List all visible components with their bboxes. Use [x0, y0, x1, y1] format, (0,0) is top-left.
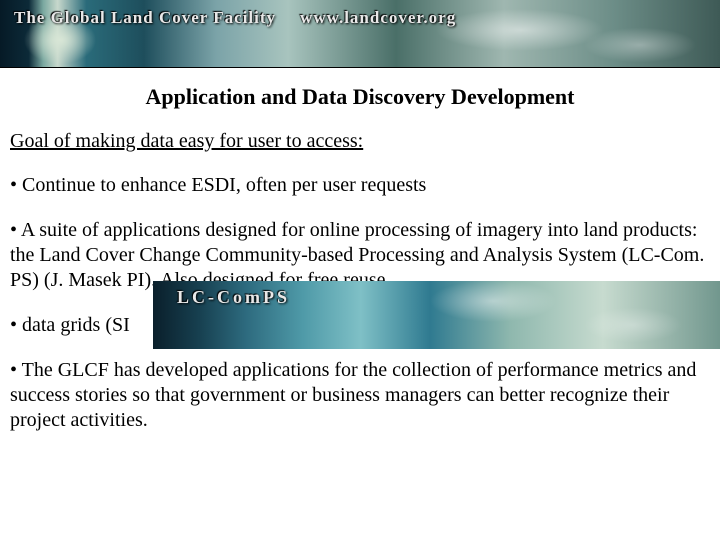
header-banner: The Global Land Cover Facility www.landco… — [0, 0, 720, 68]
header-org: The Global Land Cover Facility — [14, 8, 276, 27]
slide-title: Application and Data Discovery Developme… — [10, 84, 710, 110]
header-text: The Global Land Cover Facility www.landco… — [14, 8, 456, 28]
bullet-1: • Continue to enhance ESDI, often per us… — [10, 173, 710, 198]
slide-content: Application and Data Discovery Developme… — [0, 68, 720, 433]
lc-comps-label: LC-ComPS — [177, 287, 290, 308]
lc-comps-banner: LC-ComPS — [153, 281, 720, 349]
bullet-4: • The GLCF has developed applications fo… — [10, 358, 710, 433]
header-url: www.landcover.org — [300, 8, 456, 27]
goal-heading: Goal of making data easy for user to acc… — [10, 130, 710, 153]
bullet-3-row: • data grids (SI LC-ComPS — [10, 313, 710, 338]
